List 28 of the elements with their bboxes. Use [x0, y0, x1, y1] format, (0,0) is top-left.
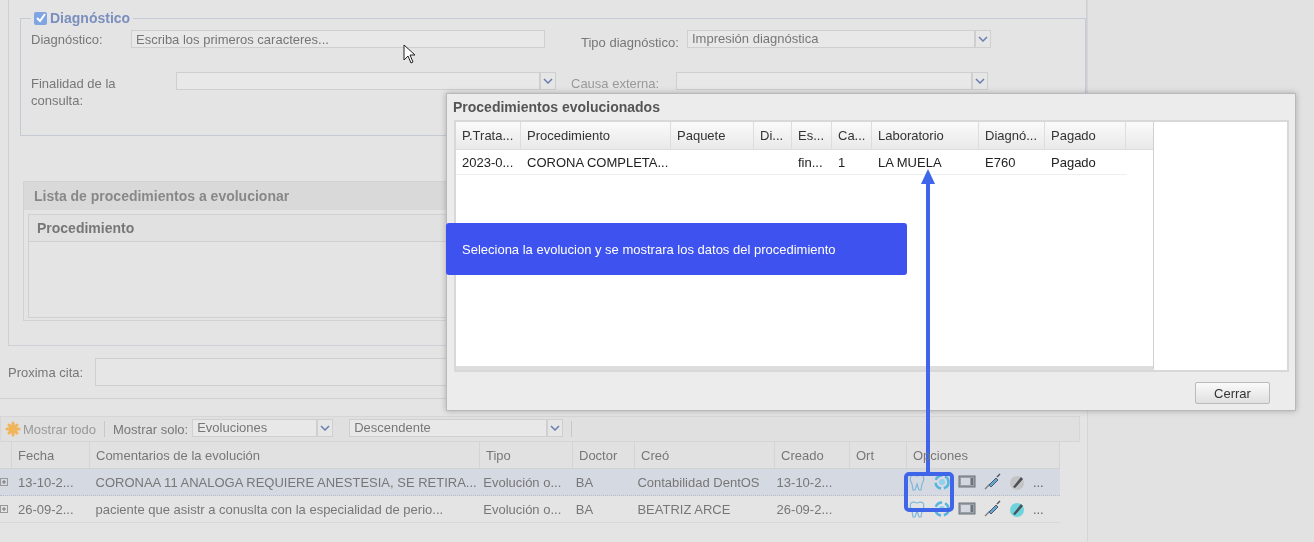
- table-cell-text: CORONAA 11 ANALOGA REQUIERE ANESTESIA, SE RETIRA...: [94, 473, 478, 492]
- table-cell-text: Evolución o...: [482, 473, 563, 492]
- field-label: Mostrar solo:: [113, 420, 189, 438]
- field-label: Diagnóstico:: [31, 31, 104, 48]
- table-cell-text: E760: [984, 153, 1017, 172]
- tooltip-callout: Seleciona la evolucion y se mostrara los datos del procedimiento: [446, 223, 907, 275]
- field-label: Proxima cita:: [8, 363, 84, 381]
- table-cell-text: 1: [837, 153, 847, 172]
- table-cell-text: 2023-0...: [461, 153, 515, 172]
- table-cell-text: LA MUELA: [877, 153, 943, 172]
- table-cell-text: paciente que asistr a conuslta con la especialidad de perio...: [94, 500, 445, 519]
- table-cell-text: 13-10-2...: [16, 473, 75, 492]
- table-cell-text: CORONA COMPLETA...: [526, 153, 670, 172]
- table-cell-text: Pagado: [1050, 153, 1097, 172]
- table-cell-text: BEATRIZ ARCE: [636, 500, 732, 519]
- table-cell-text: 26-09-2...: [16, 500, 75, 519]
- field-label: Causa externa:: [571, 75, 661, 92]
- table-cell-text: 26-09-2...: [775, 500, 834, 519]
- table-cell-text: BA: [574, 473, 595, 492]
- table-cell-text: Evolución o...: [482, 500, 563, 519]
- table-cell-text: BA: [574, 500, 595, 519]
- table-cell-text: fin...: [797, 153, 824, 172]
- dialog-title: Procedimientos evolucionados: [452, 98, 661, 117]
- field-label: Tipo diagnóstico:: [581, 34, 680, 51]
- section-title: Diagnóstico: [50, 10, 131, 26]
- table-cell-text: 13-10-2...: [775, 473, 834, 492]
- field-label: Finalidad de la consulta:: [31, 75, 117, 109]
- table-cell-text: Contabilidad DentOS: [636, 473, 761, 492]
